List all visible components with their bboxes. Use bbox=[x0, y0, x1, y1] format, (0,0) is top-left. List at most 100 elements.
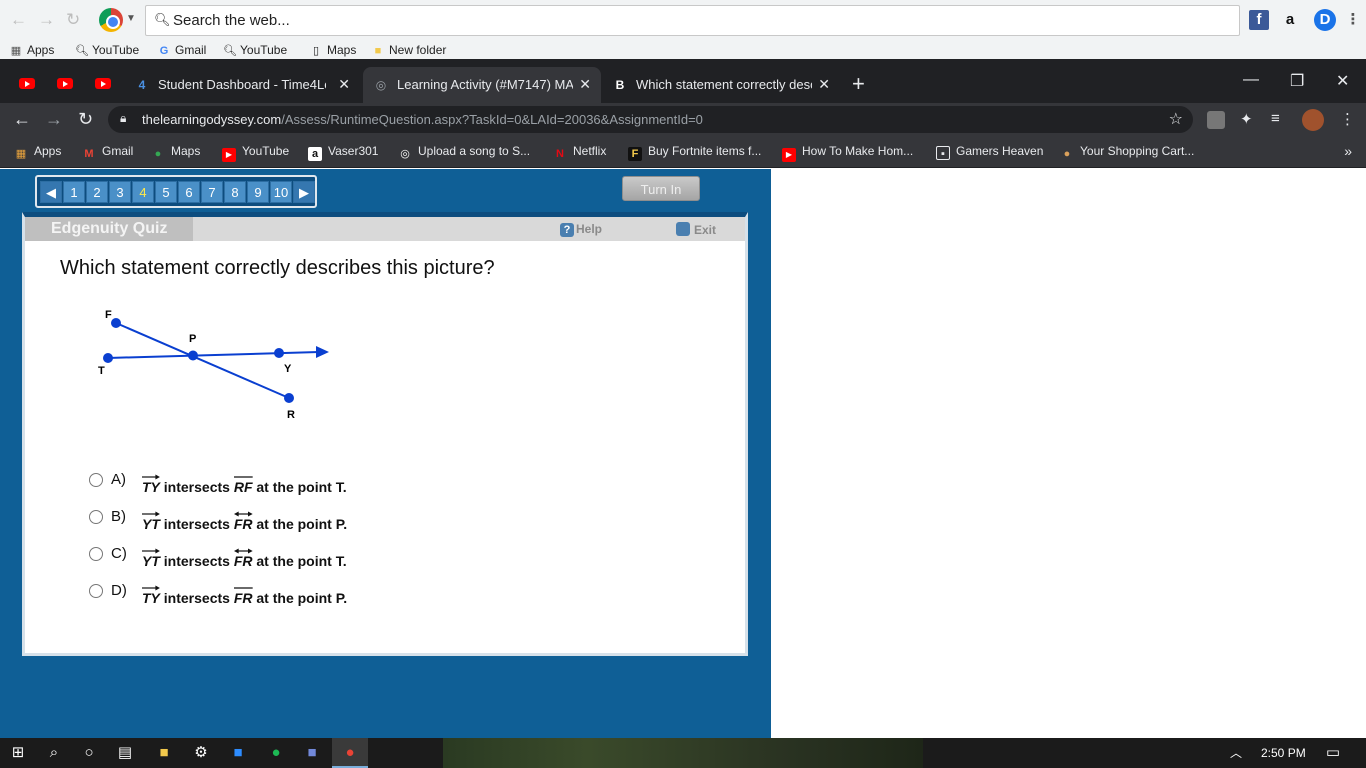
help-button[interactable]: ? Help bbox=[560, 222, 602, 237]
windows-start-icon[interactable]: ⊞ bbox=[8, 744, 28, 762]
ray-arrow-icon bbox=[142, 511, 160, 517]
menu-dots-icon[interactable]: ⋮ bbox=[1343, 10, 1363, 30]
radio-c[interactable] bbox=[89, 547, 103, 561]
bookmark-youtube[interactable]: ▶ YouTube bbox=[222, 144, 289, 162]
outer-reload-icon[interactable]: ↻ bbox=[66, 10, 80, 30]
d-extension-icon[interactable]: D bbox=[1314, 9, 1336, 31]
tab-title: Which statement correctly descri bbox=[636, 77, 812, 92]
chrome-logo-icon[interactable] bbox=[99, 8, 123, 32]
restore-icon[interactable]: ❐ bbox=[1290, 71, 1304, 91]
close-icon[interactable]: ✕ bbox=[579, 76, 591, 93]
bookmark-vaser301[interactable]: a Vaser301 bbox=[308, 144, 378, 161]
task-view-icon[interactable]: ▤ bbox=[115, 744, 135, 762]
outer-bookmark-youtube-2[interactable]: 🔍︎ YouTube bbox=[223, 43, 287, 57]
radio-a[interactable] bbox=[89, 473, 103, 487]
outer-bookmark-youtube[interactable]: 🔍︎ YouTube bbox=[75, 43, 139, 57]
forward-icon[interactable]: → bbox=[45, 109, 63, 130]
chrome-taskbar-icon[interactable]: ● bbox=[332, 738, 368, 768]
choice-a[interactable]: A) TY intersects RF at the point T. bbox=[89, 471, 509, 495]
bookmark-gmail[interactable]: M Gmail bbox=[82, 144, 133, 161]
radio-d[interactable] bbox=[89, 584, 103, 598]
outer-bookmark-maps[interactable]: ▯ Maps bbox=[310, 43, 356, 57]
tab-learning-activity[interactable]: ◎ Learning Activity (#M7147) MA7( ✕ bbox=[363, 67, 601, 103]
search-icon: 🔍︎ bbox=[75, 45, 89, 57]
spotify-icon[interactable]: ● bbox=[266, 744, 286, 762]
choice-statement: YT intersects FR at the point P. bbox=[142, 511, 347, 532]
turn-in-button[interactable]: Turn In bbox=[622, 176, 700, 201]
line-fr bbox=[115, 322, 290, 399]
bookmark-how-to-make[interactable]: ▶ How To Make Hom... bbox=[782, 144, 913, 162]
tab-title: Student Dashboard - Time4Learn bbox=[158, 77, 326, 92]
bookmark-star-icon[interactable]: ☆ bbox=[1169, 109, 1183, 129]
question-button-4[interactable]: 4 bbox=[132, 181, 154, 203]
prev-question-button[interactable]: ◀ bbox=[40, 181, 62, 203]
bookmark-gamers-heaven[interactable]: ▪ Gamers Heaven bbox=[936, 144, 1043, 160]
outer-forward-icon[interactable]: → bbox=[38, 10, 55, 30]
radio-b[interactable] bbox=[89, 510, 103, 524]
facebook-icon[interactable]: f bbox=[1249, 10, 1269, 30]
choice-d[interactable]: D) TY intersects FR at the point P. bbox=[89, 582, 509, 606]
next-question-button[interactable]: ▶ bbox=[293, 181, 315, 203]
cortana-icon[interactable]: ○ bbox=[79, 744, 99, 762]
point-t bbox=[103, 353, 113, 363]
bookmark-netflix[interactable]: N Netflix bbox=[553, 144, 606, 161]
discord-icon[interactable]: ■ bbox=[302, 744, 322, 762]
question-button-2[interactable]: 2 bbox=[86, 181, 108, 203]
lock-icon: 🔒︎ bbox=[120, 111, 127, 125]
bookmark-shopping-cart[interactable]: ● Your Shopping Cart... bbox=[1060, 144, 1195, 161]
question-button-7[interactable]: 7 bbox=[201, 181, 223, 203]
notifications-icon[interactable]: ▭ bbox=[1323, 744, 1343, 762]
address-bar[interactable]: 🔒︎ thelearningodyssey.com/Assess/Runtime… bbox=[108, 106, 1193, 133]
question-button-10[interactable]: 10 bbox=[270, 181, 292, 203]
outer-bookmark-apps[interactable]: ▦ Apps bbox=[10, 43, 55, 57]
menu-dots-icon[interactable]: ⋮ bbox=[1340, 110, 1355, 128]
zoom-icon[interactable]: ■ bbox=[228, 744, 248, 762]
clock[interactable]: 2:50 PM bbox=[1261, 746, 1306, 760]
chevron-up-icon[interactable]: ︿ bbox=[1226, 744, 1246, 762]
bookmark-upload-song[interactable]: ◎ Upload a song to S... bbox=[398, 144, 530, 161]
help-icon: ? bbox=[560, 223, 574, 237]
settings-gear-icon[interactable]: ⚙ bbox=[191, 744, 211, 762]
close-icon[interactable]: ✕ bbox=[338, 76, 350, 93]
question-button-1[interactable]: 1 bbox=[63, 181, 85, 203]
youtube-tab-icon[interactable] bbox=[57, 78, 73, 89]
reload-icon[interactable]: ↻ bbox=[78, 109, 93, 130]
amazon-icon[interactable]: a bbox=[1280, 10, 1300, 30]
outer-bookmark-new-folder[interactable]: ■ New folder bbox=[372, 43, 447, 57]
more-bookmarks-icon[interactable]: » bbox=[1344, 143, 1352, 159]
question-button-6[interactable]: 6 bbox=[178, 181, 200, 203]
file-explorer-icon[interactable]: ■ bbox=[154, 744, 174, 762]
bookmarks-bar: ▦ Apps M Gmail ● Maps ▶ YouTube a Vaser301 ◎ U… bbox=[0, 136, 1366, 168]
puzzle-icon[interactable]: ✦ bbox=[1240, 110, 1253, 128]
question-button-9[interactable]: 9 bbox=[247, 181, 269, 203]
outer-bookmark-gmail[interactable]: G Gmail bbox=[158, 43, 207, 57]
bookmark-fortnite[interactable]: F Buy Fortnite items f... bbox=[628, 144, 761, 161]
question-button-8[interactable]: 8 bbox=[224, 181, 246, 203]
quiz-card: Edgenuity Quiz ? Help Exit Which statemen… bbox=[22, 212, 748, 656]
question-button-3[interactable]: 3 bbox=[109, 181, 131, 203]
tab-student-dashboard[interactable]: 4 Student Dashboard - Time4Learn ✕ bbox=[124, 67, 360, 103]
youtube-tab-icon[interactable] bbox=[19, 78, 35, 89]
choice-b[interactable]: B) YT intersects FR at the point P. bbox=[89, 508, 509, 532]
question-button-5[interactable]: 5 bbox=[155, 181, 177, 203]
close-window-icon[interactable]: ✕ bbox=[1336, 71, 1349, 91]
tab-which-statement[interactable]: B Which statement correctly descri ✕ bbox=[602, 67, 840, 103]
outer-search-input[interactable]: 🔍︎ Search the web... bbox=[145, 5, 1240, 36]
bookmark-maps[interactable]: ● Maps bbox=[151, 144, 201, 161]
new-tab-icon[interactable]: + bbox=[852, 71, 865, 97]
exit-button[interactable]: Exit bbox=[676, 222, 716, 237]
youtube-tab-icon[interactable] bbox=[95, 78, 111, 89]
close-icon[interactable]: ✕ bbox=[818, 76, 830, 93]
media-queue-icon[interactable]: ≡ bbox=[1271, 110, 1280, 127]
choice-c[interactable]: C) YT intersects FR at the point T. bbox=[89, 545, 509, 569]
search-icon[interactable]: ⌕ bbox=[44, 744, 64, 762]
outer-back-icon[interactable]: ← bbox=[10, 10, 27, 30]
bookmark-apps[interactable]: ▦ Apps bbox=[14, 144, 62, 161]
url-path: /Assess/RuntimeQuestion.aspx?TaskId=0&LA… bbox=[281, 112, 703, 127]
minimize-icon[interactable]: — bbox=[1243, 71, 1259, 89]
line-arrows-icon bbox=[233, 511, 253, 517]
avatar[interactable] bbox=[1302, 109, 1324, 131]
chevron-down-icon[interactable]: ▼ bbox=[126, 13, 136, 24]
extension-r-icon[interactable] bbox=[1207, 111, 1225, 129]
back-icon[interactable]: ← bbox=[13, 109, 31, 130]
